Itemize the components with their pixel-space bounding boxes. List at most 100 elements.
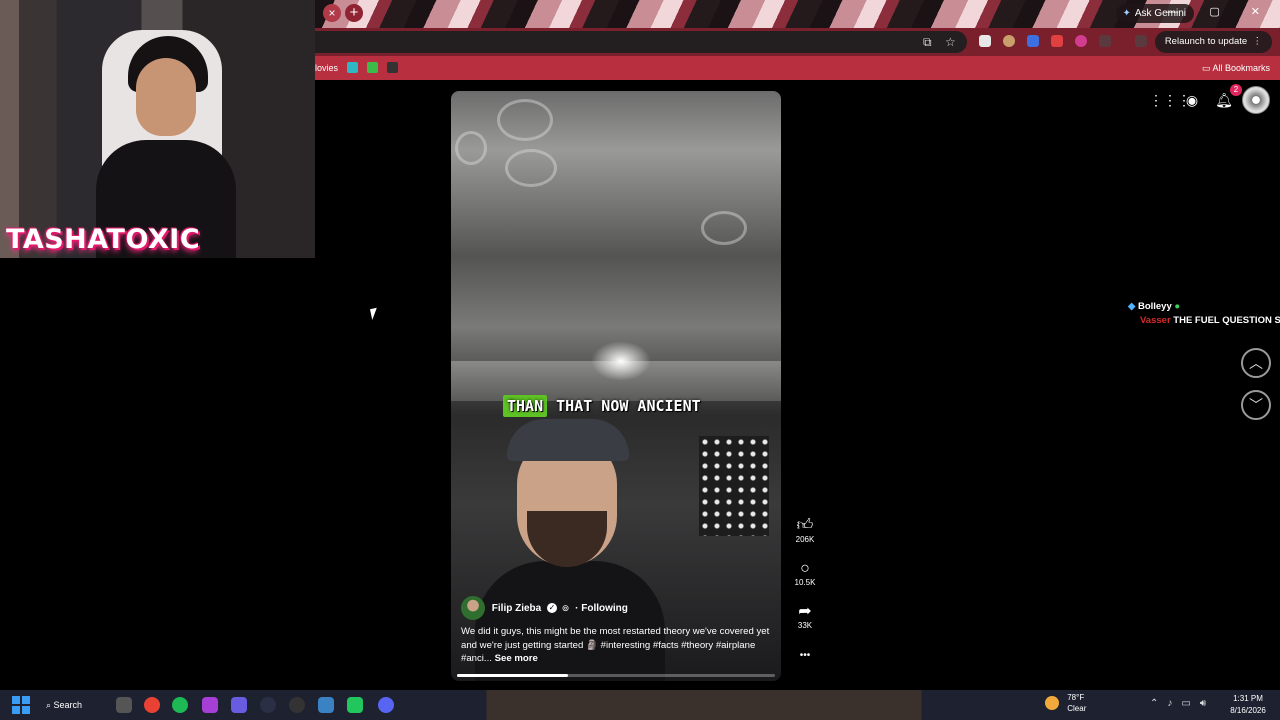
follow-state[interactable]: · Following	[575, 603, 628, 614]
share-button[interactable]: ➦ 33K	[790, 603, 820, 630]
webcam-overlay: TASHATOXIC	[0, 0, 315, 258]
bookmark-s-icon[interactable]	[387, 62, 398, 73]
thumbs-up-icon: 👍︎	[796, 517, 814, 534]
chevron-down-icon: ﹀	[1249, 397, 1263, 413]
caption-text: THAT NOW ANCIENT	[556, 397, 701, 415]
webcam-face	[136, 58, 196, 136]
caption-highlight-word: THAN	[503, 395, 548, 417]
notepad-icon[interactable]	[318, 697, 334, 713]
extension-red-icon[interactable]	[1051, 35, 1063, 47]
video-description: We did it guys, this might be the most r…	[461, 625, 771, 666]
search-icon: ⌕	[46, 700, 54, 710]
chat-username: Vasser	[1140, 315, 1171, 326]
previous-reel-button[interactable]: ︿	[1241, 348, 1271, 378]
video-caption: THAN THAT NOW ANCIENT	[503, 395, 701, 417]
bookmark-star-icon[interactable]: ☆	[945, 35, 956, 49]
stone-lattice	[699, 436, 769, 536]
taskbar-search-label: Search	[53, 700, 83, 710]
chat-message: THE FUEL QUESTION ST	[1173, 315, 1280, 326]
ceiling-carving	[505, 149, 557, 187]
close-tab-button[interactable]: ×	[323, 4, 341, 22]
like-button[interactable]: 👍︎ 206K	[790, 517, 820, 544]
presenter-beard	[527, 511, 607, 567]
clock-date: 8/16/2026	[1230, 706, 1266, 715]
presenter-cap	[507, 419, 629, 461]
file-explorer-icon[interactable]	[116, 697, 132, 713]
next-reel-button[interactable]: ﹀	[1241, 390, 1271, 420]
bookmark-movies[interactable]: lovies	[315, 56, 338, 80]
all-bookmarks-label: All Bookmarks	[1212, 63, 1270, 73]
taskbar-search[interactable]: ⌕ Search	[46, 695, 82, 715]
chat-badge-icon: ◆	[1128, 301, 1136, 312]
ceiling-light	[591, 341, 651, 381]
obs-icon[interactable]	[289, 697, 305, 713]
like-count: 206K	[795, 535, 815, 544]
windows-taskbar: ⌕ Search 78°F Clear ⌃♪▭🔊︎ 1:31 PM 8/16/2…	[0, 690, 1280, 720]
weather-condition: Clear	[1067, 704, 1087, 713]
clock-time: 1:31 PM	[1233, 694, 1263, 703]
video-progress-bar[interactable]	[457, 674, 775, 677]
bookmark-teal-icon[interactable]	[347, 62, 358, 73]
more-options-button[interactable]: •••	[790, 650, 820, 661]
comment-count: 10.5K	[794, 578, 816, 587]
verified-badge-icon: ✓	[547, 603, 558, 614]
see-more-link[interactable]: See more	[495, 653, 538, 664]
apps-grid-icon[interactable]: ⋮⋮⋮	[1149, 89, 1191, 111]
relaunch-label: Relaunch to update	[1164, 36, 1248, 47]
extension-shield-icon[interactable]	[979, 35, 991, 47]
author-name[interactable]: Filip Zieba	[492, 603, 541, 614]
messenger-icon[interactable]: ◉	[1181, 89, 1203, 111]
extension-blue-icon[interactable]	[1027, 35, 1039, 47]
discord-icon[interactable]	[378, 697, 394, 713]
address-bar[interactable]: ⧉ ☆	[315, 31, 967, 53]
browser-toolbar: ⧉ ☆ Relaunch to update ⋮	[315, 28, 1280, 56]
kick-icon[interactable]	[347, 697, 363, 713]
reel-video-player[interactable]: THAN THAT NOW ANCIENT Filip Zieba ✓ ⊚ · …	[451, 91, 781, 681]
comment-bubble-icon: ○	[800, 560, 810, 577]
arrow-app-icon[interactable]	[260, 697, 276, 713]
windows-start-icon[interactable]	[12, 696, 30, 714]
spotify-icon[interactable]	[172, 697, 188, 713]
gemini-sparkle-icon: ✦	[1122, 8, 1131, 19]
author-row: Filip Zieba ✓ ⊚ · Following	[461, 596, 628, 621]
share-count: 33K	[797, 621, 813, 630]
instagram-icon[interactable]	[202, 697, 218, 713]
author-avatar[interactable]	[461, 596, 485, 621]
folder-icon: ▭	[1201, 63, 1213, 73]
share-arrow-icon: ➦	[798, 603, 812, 620]
taskbar-clock[interactable]: 1:31 PM 8/16/2026	[1228, 693, 1268, 717]
stream-chat: ◆ Bolleyy ● Vasser THE FUEL QUESTION ST	[1128, 300, 1280, 328]
streamer-name: TASHATOXIC	[6, 224, 201, 255]
bookmark-green-icon[interactable]	[367, 62, 378, 73]
bookmarks-bar: lovies ▭ All Bookmarks	[315, 56, 1280, 80]
app-grid-icon[interactable]	[231, 697, 247, 713]
new-tab-button[interactable]: +	[345, 4, 363, 22]
ceiling-carving	[701, 211, 747, 245]
relaunch-to-update-button[interactable]: Relaunch to update ⋮	[1154, 31, 1272, 53]
screen: × + ✦ Ask Gemini — ▢ ✕ ⧉ ☆ Relaunch to up…	[0, 0, 1280, 720]
weather-widget[interactable]: 78°F Clear	[1045, 692, 1086, 714]
weather-temperature: 78°F	[1067, 693, 1085, 702]
mouse-cursor-icon	[369, 306, 384, 321]
all-bookmarks-button[interactable]: ▭ All Bookmarks	[1202, 56, 1270, 80]
chevron-up-icon: ︿	[1249, 355, 1263, 371]
notification-badge: 2	[1230, 84, 1242, 96]
video-progress-fill	[457, 674, 569, 677]
comment-button[interactable]: ○ 10.5K	[790, 560, 820, 587]
profile-avatar[interactable]	[1242, 86, 1270, 114]
extension-puzzle-icon[interactable]	[1099, 35, 1111, 47]
extension-menu-icon[interactable]	[1135, 35, 1147, 47]
kebab-menu-icon: ⋮	[1249, 36, 1262, 47]
extension-pink-icon[interactable]	[1075, 35, 1087, 47]
window-controls[interactable]: — ▢ ✕	[1167, 5, 1274, 18]
chat-emote-icon: ●	[1174, 301, 1181, 312]
browser-tab-strip: × + ✦ Ask Gemini — ▢ ✕	[315, 0, 1280, 28]
chat-username: Bolleyy	[1137, 301, 1172, 312]
extension-face-icon[interactable]	[1003, 35, 1015, 47]
ceiling-carving	[455, 131, 487, 165]
system-tray-icons[interactable]: ⌃♪▭🔊︎	[1150, 698, 1215, 709]
weather-sun-icon	[1045, 696, 1059, 710]
chrome-icon[interactable]	[144, 697, 160, 713]
ceiling-carving	[497, 99, 553, 141]
cast-icon[interactable]: ⧉	[923, 35, 932, 50]
